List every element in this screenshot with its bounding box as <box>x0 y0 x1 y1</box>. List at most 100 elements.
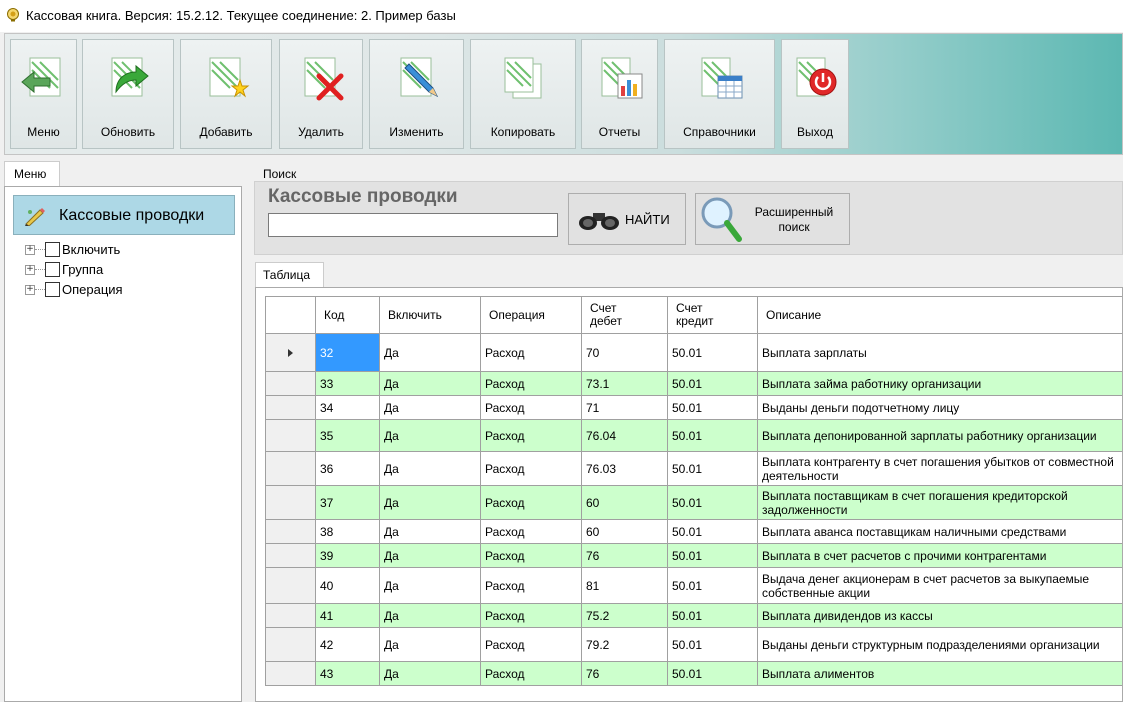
table-row[interactable]: 32 Да Расход 70 50.01 Выплата зарплаты <box>265 333 1122 372</box>
cell-debit[interactable]: 81 <box>581 567 668 604</box>
cell-credit[interactable]: 50.01 <box>667 371 758 396</box>
cell-description[interactable]: Выданы деньги структурным подразделениям… <box>757 627 1122 662</box>
tree-checkbox[interactable] <box>45 282 60 297</box>
row-header[interactable] <box>265 333 316 372</box>
cell-operation[interactable]: Расход <box>480 485 582 520</box>
cell-credit[interactable]: 50.01 <box>667 451 758 486</box>
cell-code[interactable]: 36 <box>315 451 380 486</box>
cell-enable[interactable]: Да <box>379 603 481 628</box>
cell-operation[interactable]: Расход <box>480 419 582 452</box>
reports-button[interactable]: Отчеты <box>581 39 658 149</box>
column-header-credit[interactable]: Счет кредит <box>667 296 758 334</box>
cell-description[interactable]: Выдача денег акционерам в счет расчетов … <box>757 567 1122 604</box>
tree-checkbox[interactable] <box>45 242 60 257</box>
tree-item-enable[interactable]: + Включить <box>25 241 225 259</box>
cell-enable[interactable]: Да <box>379 419 481 452</box>
row-header[interactable] <box>265 485 316 520</box>
cell-enable[interactable]: Да <box>379 627 481 662</box>
cell-debit[interactable]: 76.04 <box>581 419 668 452</box>
cell-enable[interactable]: Да <box>379 519 481 544</box>
cell-description[interactable]: Выплата алиментов <box>757 661 1122 686</box>
cell-code[interactable]: 39 <box>315 543 380 568</box>
table-row[interactable]: 42 Да Расход 79.2 50.01 Выданы деньги структу… <box>265 627 1122 662</box>
cell-description[interactable]: Выплата депонированной зарплаты работник… <box>757 419 1122 452</box>
cell-code[interactable]: 33 <box>315 371 380 396</box>
cell-description[interactable]: Выплата дивидендов из кассы <box>757 603 1122 628</box>
table-row[interactable]: 36 Да Расход 76.03 50.01 Выплата контрагенту … <box>265 451 1122 486</box>
row-header[interactable] <box>265 567 316 604</box>
table-row[interactable]: 39 Да Расход 76 50.01 Выплата в счет расчетов… <box>265 543 1122 568</box>
cell-debit[interactable]: 75.2 <box>581 603 668 628</box>
table-row[interactable]: 41 Да Расход 75.2 50.01 Выплата дивидендов из… <box>265 603 1122 628</box>
column-header-debit[interactable]: Счет дебет <box>581 296 668 334</box>
cell-debit[interactable]: 70 <box>581 333 668 372</box>
cell-credit[interactable]: 50.01 <box>667 543 758 568</box>
cell-description[interactable]: Выплата контрагенту в счет погашения убы… <box>757 451 1122 486</box>
row-header[interactable] <box>265 371 316 396</box>
tab-table[interactable]: Таблица <box>255 262 324 288</box>
cell-description[interactable]: Выплата займа работнику организации <box>757 371 1122 396</box>
cell-credit[interactable]: 50.01 <box>667 419 758 452</box>
cell-operation[interactable]: Расход <box>480 627 582 662</box>
cell-operation[interactable]: Расход <box>480 451 582 486</box>
cell-enable[interactable]: Да <box>379 395 481 420</box>
row-header[interactable] <box>265 451 316 486</box>
cell-debit[interactable]: 76 <box>581 661 668 686</box>
advanced-search-button[interactable]: Расширенный поиск <box>695 193 850 245</box>
cell-debit[interactable]: 60 <box>581 485 668 520</box>
table-row[interactable]: 33 Да Расход 73.1 50.01 Выплата займа работни… <box>265 371 1122 396</box>
cell-enable[interactable]: Да <box>379 333 481 372</box>
column-header-description[interactable]: Описание <box>757 296 1122 334</box>
column-header-enable[interactable]: Включить <box>379 296 481 334</box>
cell-credit[interactable]: 50.01 <box>667 661 758 686</box>
cell-debit[interactable]: 76 <box>581 543 668 568</box>
cell-code[interactable]: 41 <box>315 603 380 628</box>
cell-description[interactable]: Выплата зарплаты <box>757 333 1122 372</box>
cell-operation[interactable]: Расход <box>480 603 582 628</box>
add-button[interactable]: Добавить <box>180 39 272 149</box>
table-row[interactable]: 35 Да Расход 76.04 50.01 Выплата депонированн… <box>265 419 1122 452</box>
cell-enable[interactable]: Да <box>379 371 481 396</box>
row-header[interactable] <box>265 627 316 662</box>
exit-button[interactable]: Выход <box>781 39 849 149</box>
cell-debit[interactable]: 76.03 <box>581 451 668 486</box>
row-header[interactable] <box>265 519 316 544</box>
cell-credit[interactable]: 50.01 <box>667 567 758 604</box>
references-button[interactable]: Справочники <box>664 39 775 149</box>
table-row[interactable]: 40 Да Расход 81 50.01 Выдача денег акционерам… <box>265 567 1122 604</box>
menu-header-cash-entries[interactable]: Кассовые проводки <box>13 195 235 235</box>
cell-enable[interactable]: Да <box>379 485 481 520</box>
cell-credit[interactable]: 50.01 <box>667 485 758 520</box>
cell-code[interactable]: 35 <box>315 419 380 452</box>
cell-debit[interactable]: 71 <box>581 395 668 420</box>
row-header[interactable] <box>265 661 316 686</box>
row-header[interactable] <box>265 543 316 568</box>
cell-debit[interactable]: 73.1 <box>581 371 668 396</box>
cell-credit[interactable]: 50.01 <box>667 333 758 372</box>
cell-code[interactable]: 42 <box>315 627 380 662</box>
cell-operation[interactable]: Расход <box>480 661 582 686</box>
cell-code[interactable]: 38 <box>315 519 380 544</box>
cell-operation[interactable]: Расход <box>480 543 582 568</box>
cell-code[interactable]: 37 <box>315 485 380 520</box>
cell-description[interactable]: Выплата поставщикам в счет погашения кре… <box>757 485 1122 520</box>
cell-enable[interactable]: Да <box>379 451 481 486</box>
column-header-code[interactable]: Код <box>315 296 380 334</box>
tree-item-group[interactable]: + Группа <box>25 261 225 279</box>
cell-operation[interactable]: Расход <box>480 395 582 420</box>
table-row[interactable]: 43 Да Расход 76 50.01 Выплата алиментов <box>265 661 1122 686</box>
search-input[interactable] <box>268 213 558 237</box>
find-button[interactable]: НАЙТИ <box>568 193 686 245</box>
cell-operation[interactable]: Расход <box>480 371 582 396</box>
tree-checkbox[interactable] <box>45 262 60 277</box>
cell-enable[interactable]: Да <box>379 543 481 568</box>
cell-operation[interactable]: Расход <box>480 519 582 544</box>
cell-code[interactable]: 34 <box>315 395 380 420</box>
expand-icon[interactable]: + <box>25 265 35 275</box>
table-row[interactable]: 34 Да Расход 71 50.01 Выданы деньги подотчетн… <box>265 395 1122 420</box>
menu-tab[interactable]: Меню <box>4 161 60 187</box>
cell-description[interactable]: Выплата в счет расчетов с прочими контра… <box>757 543 1122 568</box>
cell-credit[interactable]: 50.01 <box>667 603 758 628</box>
cell-description[interactable]: Выданы деньги подотчетному лицу <box>757 395 1122 420</box>
cell-enable[interactable]: Да <box>379 567 481 604</box>
